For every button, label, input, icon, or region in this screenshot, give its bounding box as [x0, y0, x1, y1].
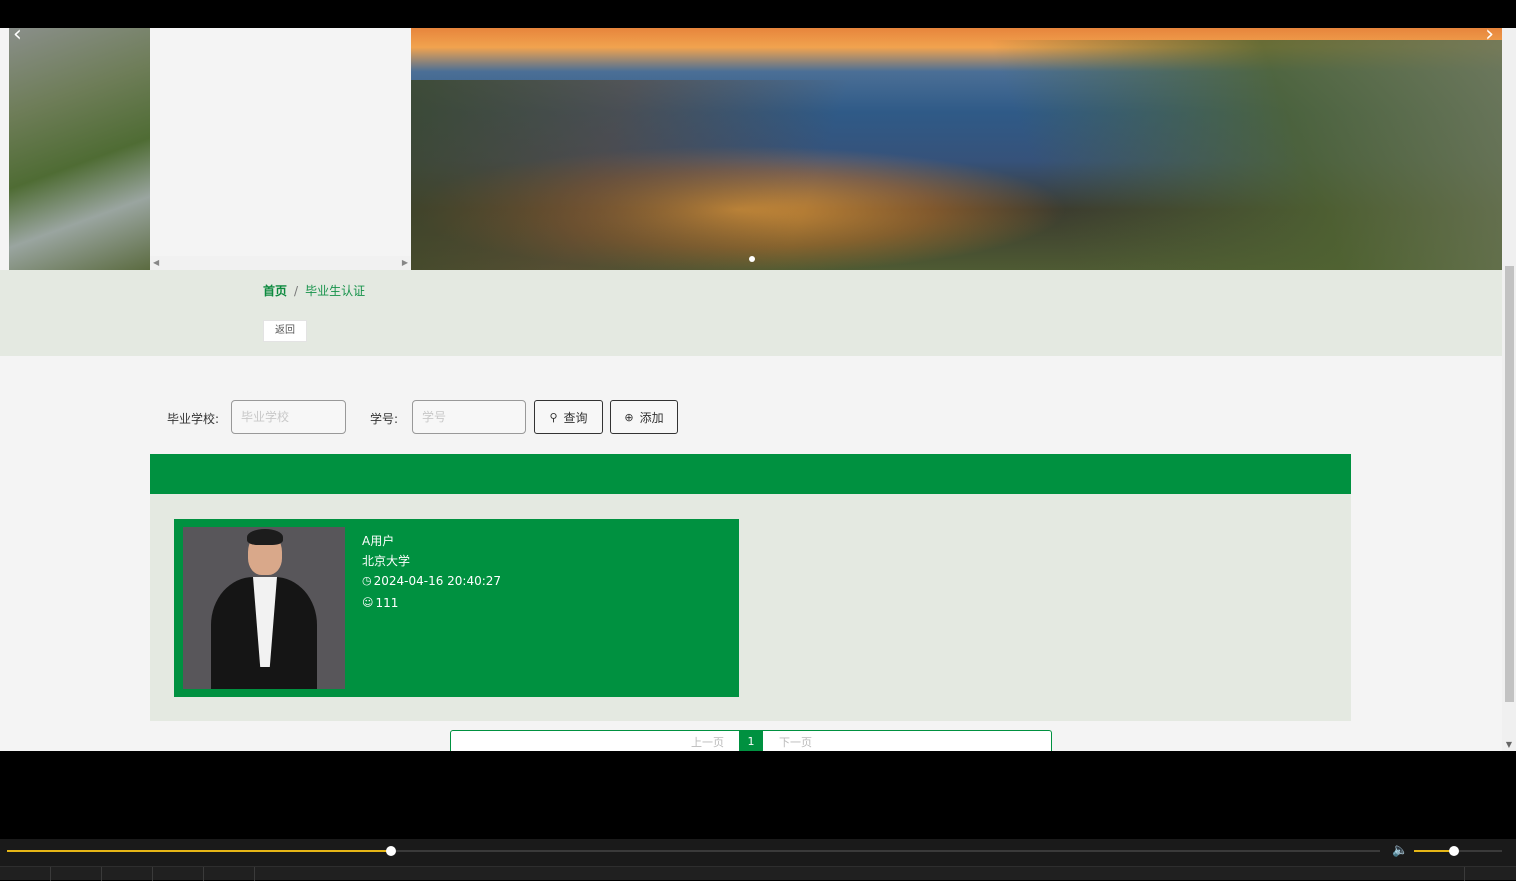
volume-icon[interactable]: 🔈 [1392, 843, 1408, 858]
query-button-label: 查询 [563, 410, 588, 425]
seek-handle[interactable] [386, 846, 396, 856]
scrollbar-thumb[interactable] [1505, 266, 1514, 702]
volume-level [1414, 850, 1454, 852]
scroll-left-arrow-icon[interactable]: ◀ [153, 256, 159, 270]
graduate-list: A用户 北京大学 ◷ 2024-04-16 20:40:27 ☺ 111 [150, 494, 1351, 721]
list-item[interactable]: A用户 北京大学 ◷ 2024-04-16 20:40:27 ☺ 111 [174, 519, 739, 697]
user-photo[interactable] [183, 527, 345, 689]
query-button[interactable]: ⚲ 查询 [534, 400, 603, 434]
seek-progress [7, 850, 391, 852]
breadcrumb: 首页 / 毕业生认证 [263, 282, 365, 299]
breadcrumb-home-link[interactable]: 首页 [263, 284, 287, 298]
card-student-id-row: ☺ 111 [362, 593, 501, 613]
list-header-bar [150, 454, 1351, 494]
clock-icon: ◷ [362, 574, 372, 587]
player-bottom-strip [0, 866, 1516, 881]
pagination: 上一页 1 下一页 [450, 730, 1052, 751]
volume-handle[interactable] [1449, 846, 1459, 856]
school-label: 毕业学校: [167, 412, 220, 426]
back-button[interactable]: 返回 [263, 320, 307, 342]
scroll-right-arrow-icon[interactable]: ▶ [402, 256, 408, 270]
vertical-scrollbar[interactable]: ▼ [1502, 28, 1516, 751]
card-time: 2024-04-16 20:40:27 [373, 574, 502, 588]
card-student-id: 111 [375, 596, 399, 610]
card-time-row: ◷ 2024-04-16 20:40:27 [362, 571, 501, 591]
plus-circle-icon: ⊕ [624, 410, 634, 424]
breadcrumb-current: 毕业生认证 [305, 284, 366, 298]
card-school: 北京大学 [362, 554, 411, 568]
card-details: A用户 北京大学 ◷ 2024-04-16 20:40:27 ☺ 111 [362, 531, 501, 613]
carousel-indicator-dot[interactable] [749, 256, 755, 262]
search-icon: ⚲ [549, 410, 558, 424]
carousel-slide-blank [150, 28, 411, 270]
chevron-left-icon[interactable]: ‹ [13, 28, 22, 46]
prev-page-button[interactable]: 上一页 [691, 734, 724, 750]
carousel-slide-city-sunset [411, 28, 1502, 270]
add-button[interactable]: ⊕ 添加 [610, 400, 678, 434]
next-page-button[interactable]: 下一页 [779, 734, 812, 750]
browser-viewport: ◀ ▶ ‹ › 首页 / 毕业生认证 返回 毕业学校: 学号: ⚲ 查询 ⊕ 添加 [0, 28, 1516, 751]
video-player-controls: 🔈 [0, 839, 1516, 881]
school-search-input[interactable] [231, 400, 346, 434]
page-number-current[interactable]: 1 [739, 731, 763, 751]
search-form: 毕业学校: 学号: ⚲ 查询 ⊕ 添加 [0, 400, 1502, 436]
scroll-down-arrow-icon[interactable]: ▼ [1502, 739, 1516, 751]
card-user-name: A用户 [362, 534, 395, 548]
banner-carousel[interactable]: ◀ ▶ ‹ › [9, 28, 1502, 270]
slide-horizontal-scrollbar[interactable]: ◀ ▶ [150, 256, 411, 270]
add-button-label: 添加 [639, 410, 664, 425]
breadcrumb-band: 首页 / 毕业生认证 返回 [0, 270, 1502, 356]
breadcrumb-separator: / [294, 284, 299, 298]
carousel-slide-cliffs [9, 28, 150, 270]
chevron-right-icon[interactable]: › [1485, 28, 1494, 46]
student-id-label: 学号: [370, 412, 399, 426]
user-icon: ☺ [362, 596, 374, 609]
student-id-search-input[interactable] [412, 400, 526, 434]
